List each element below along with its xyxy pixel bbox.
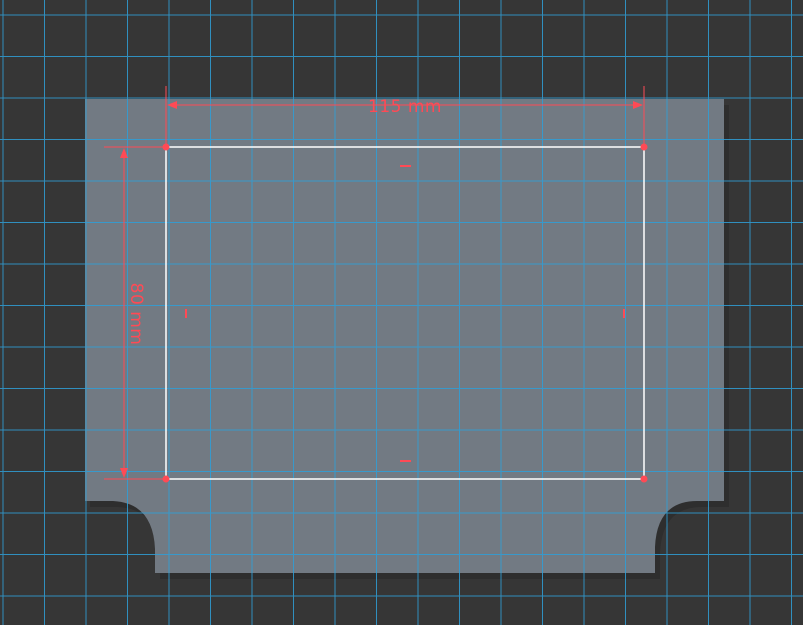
base-plate[interactable] [85, 99, 724, 573]
corner-handle-bottom-left[interactable] [162, 475, 170, 483]
width-dimension-label[interactable]: 115 mm [368, 97, 442, 117]
corner-handle-top-right[interactable] [640, 143, 648, 151]
cad-sketch-canvas[interactable]: 115 mm 80 mm [0, 0, 803, 625]
height-dimension-label[interactable]: 80 mm [126, 283, 146, 346]
corner-handle-bottom-right[interactable] [640, 475, 648, 483]
corner-handle-top-left[interactable] [162, 143, 170, 151]
